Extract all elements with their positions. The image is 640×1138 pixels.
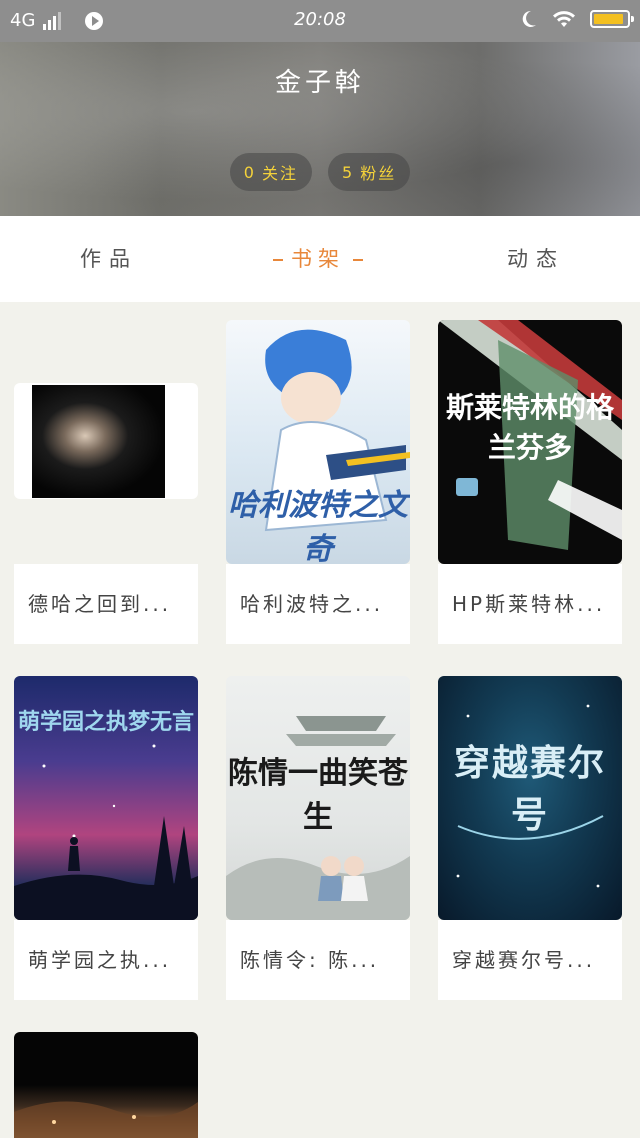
- tab-bookshelf[interactable]: 书架: [265, 216, 371, 302]
- tab-activity[interactable]: 动态: [507, 216, 565, 302]
- book-cover: 哈利波特之文奇: [226, 320, 410, 564]
- followers-button[interactable]: 5 粉丝: [328, 153, 411, 191]
- book-title: 德哈之回到...: [14, 564, 198, 644]
- book-card[interactable]: 哈利波特之文奇 哈利波特之...: [226, 320, 410, 644]
- tab-bar: 作品 书架 动态: [0, 216, 640, 302]
- tab-activity-label: 动态: [507, 247, 565, 271]
- followers-label: 粉丝: [360, 164, 397, 183]
- cover-title: 陈情一曲笑苍生: [228, 756, 408, 835]
- book-card[interactable]: 德哈之回到...: [14, 320, 198, 644]
- book-title: 陈情令: 陈...: [226, 920, 410, 1000]
- tab-works-label: 作品: [80, 247, 138, 271]
- book-title: 哈利波特之...: [226, 564, 410, 644]
- book-cover: 萌学园之执梦无言: [14, 676, 198, 920]
- follow-stats: 0 关注 5 粉丝: [0, 153, 640, 191]
- battery-level: [594, 14, 623, 24]
- tab-bookshelf-label: 书架: [291, 247, 345, 271]
- following-button[interactable]: 0 关注: [229, 153, 312, 191]
- tab-active-indicator-left: [273, 259, 283, 261]
- book-title: HP斯莱特林...: [438, 564, 622, 644]
- wifi-icon: [552, 9, 576, 29]
- profile-name: 金子斡: [274, 68, 365, 98]
- followers-count: 5: [342, 162, 355, 182]
- book-cover: 穿越赛尔号: [438, 676, 622, 920]
- book-card[interactable]: 斯莱特林的格兰芬多 HP斯莱特林...: [438, 320, 622, 644]
- tab-works[interactable]: 作品: [80, 216, 138, 302]
- photo-icon: [32, 385, 165, 498]
- battery-icon: [590, 10, 634, 28]
- following-label: 关注: [261, 164, 298, 183]
- cover-title: 斯莱特林的格兰芬多: [445, 391, 614, 464]
- following-count: 0: [243, 162, 256, 182]
- cover-image: [14, 1032, 198, 1138]
- status-bar: 4G 20:08: [0, 0, 640, 42]
- cover-title: 哈利波特之文奇: [228, 488, 408, 564]
- cover-title: 萌学园之执梦无言: [17, 710, 194, 735]
- book-card[interactable]: 陈情一曲笑苍生 陈情令: 陈...: [226, 676, 410, 1000]
- book-card[interactable]: [14, 1032, 198, 1138]
- cover-title: 穿越赛尔号: [453, 743, 606, 836]
- book-title: 穿越赛尔号...: [438, 920, 622, 1000]
- tab-active-indicator-right: [353, 259, 363, 261]
- status-right: [518, 9, 634, 29]
- book-card[interactable]: 萌学园之执梦无言 萌学园之执...: [14, 676, 198, 1000]
- book-cover: [14, 383, 198, 499]
- book-cover: 斯莱特林的格兰芬多: [438, 320, 622, 564]
- book-cover: 陈情一曲笑苍生: [226, 676, 410, 920]
- book-title: 萌学园之执...: [14, 920, 198, 1000]
- profile-header: 金子斡 0 关注 5 粉丝: [0, 42, 640, 216]
- book-card[interactable]: 穿越赛尔号 穿越赛尔号...: [438, 676, 622, 1000]
- moon-icon: [518, 9, 538, 29]
